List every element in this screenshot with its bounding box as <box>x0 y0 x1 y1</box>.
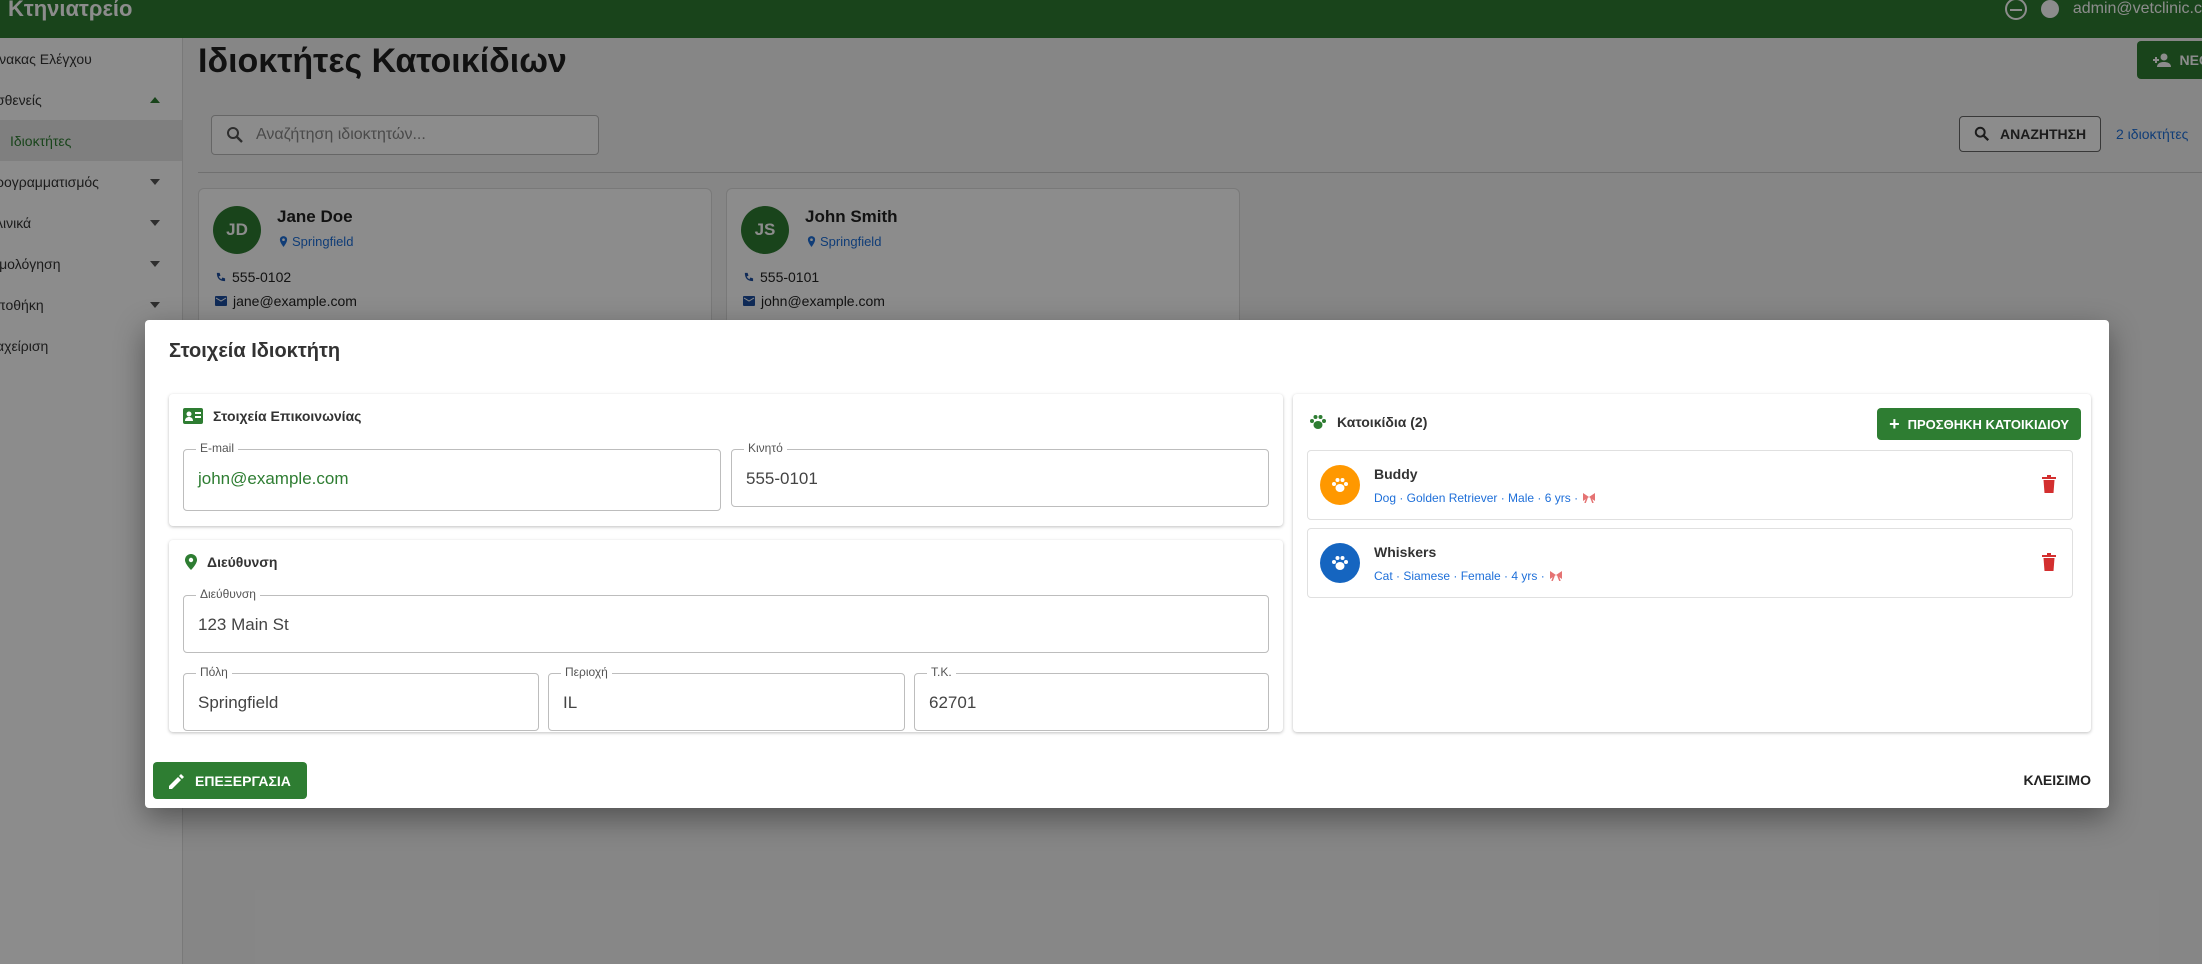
edit-button-label: ΕΠΕΞΕΡΓΑΣΙΑ <box>195 772 291 789</box>
zip-field-value: 62701 <box>929 693 977 712</box>
contact-heading: Στοιχεία Επικοινωνίας <box>183 408 361 424</box>
contact-card-icon <box>183 408 203 424</box>
city-field-label: Πόλη <box>196 665 232 679</box>
city-field-value: Springfield <box>198 693 279 712</box>
pet-description-text: Dog · Golden Retriever · Male · 6 yrs · <box>1374 491 1579 505</box>
region-field-value: IL <box>563 693 578 712</box>
pet-description: Dog · Golden Retriever · Male · 6 yrs · <box>1374 491 1596 505</box>
paw-icon <box>1332 556 1348 570</box>
pets-heading: Κατοικίδια (2) <box>1309 414 1427 430</box>
location-pin-icon <box>185 554 197 570</box>
paw-icon <box>1310 415 1326 429</box>
contact-heading-label: Στοιχεία Επικοινωνίας <box>213 408 362 424</box>
ribbon-icon <box>1583 493 1596 503</box>
pet-item[interactable]: Buddy Dog · Golden Retriever · Male · 6 … <box>1307 450 2073 520</box>
pencil-icon <box>169 773 184 789</box>
pet-avatar <box>1320 465 1360 505</box>
mobile-field-value: 555-0101 <box>746 469 818 488</box>
pets-heading-label: Κατοικίδια (2) <box>1337 414 1428 430</box>
region-field-label: Περιοχή <box>561 665 612 679</box>
street-field-label: Διεύθυνση <box>196 587 260 601</box>
plus-icon: + <box>1889 414 1900 434</box>
pet-description-text: Cat · Siamese · Female · 4 yrs · <box>1374 569 1545 583</box>
ribbon-icon <box>1549 571 1562 581</box>
mobile-field-label: Κινητό <box>744 441 787 455</box>
email-field-value: john@example.com <box>198 469 349 488</box>
pet-name: Buddy <box>1374 466 1418 482</box>
region-field[interactable]: Περιοχή IL <box>548 665 905 731</box>
close-button[interactable]: ΚΛΕΙΣΙΜΟ <box>2023 772 2091 788</box>
mobile-field[interactable]: Κινητό 555-0101 <box>731 441 1269 507</box>
email-field-label: E-mail <box>196 441 239 455</box>
address-heading-label: Διεύθυνση <box>207 554 278 570</box>
delete-icon[interactable] <box>2042 475 2056 493</box>
city-field[interactable]: Πόλη Springfield <box>183 665 539 731</box>
pet-name: Whiskers <box>1374 544 1437 560</box>
zip-field[interactable]: Τ.Κ. 62701 <box>914 665 1269 731</box>
delete-icon[interactable] <box>2042 553 2056 571</box>
address-heading: Διεύθυνση <box>185 554 277 570</box>
paw-icon <box>1332 478 1348 492</box>
dialog-title: Στοιχεία Ιδιοκτήτη <box>169 340 341 362</box>
pet-item[interactable]: Whiskers Cat · Siamese · Female · 4 yrs … <box>1307 528 2073 598</box>
zip-field-label: Τ.Κ. <box>927 665 956 679</box>
add-pet-label: ΠΡΟΣΘΗΚΗ ΚΑΤΟΙΚΙΔΙΟΥ <box>1907 416 2069 432</box>
pet-description: Cat · Siamese · Female · 4 yrs · <box>1374 569 1563 583</box>
pets-section: Κατοικίδια (2) + ΠΡΟΣΘΗΚΗ ΚΑΤΟΙΚΙΔΙΟΥ Bu… <box>1293 394 2091 732</box>
street-field-value: 123 Main St <box>198 615 289 634</box>
pet-avatar <box>1320 543 1360 583</box>
street-field[interactable]: Διεύθυνση 123 Main St <box>183 587 1269 653</box>
address-section: Διεύθυνση Διεύθυνση 123 Main St Πόλη Spr… <box>169 540 1283 732</box>
owner-details-dialog: Στοιχεία Ιδιοκτήτη Στοιχεία Επικοινωνίας… <box>145 320 2109 808</box>
email-field[interactable]: E-mail john@example.com <box>183 441 721 511</box>
add-pet-button[interactable]: + ΠΡΟΣΘΗΚΗ ΚΑΤΟΙΚΙΔΙΟΥ <box>1877 408 2081 440</box>
edit-button[interactable]: ΕΠΕΞΕΡΓΑΣΙΑ <box>153 762 307 799</box>
contact-section: Στοιχεία Επικοινωνίας E-mail john@exampl… <box>169 394 1283 526</box>
